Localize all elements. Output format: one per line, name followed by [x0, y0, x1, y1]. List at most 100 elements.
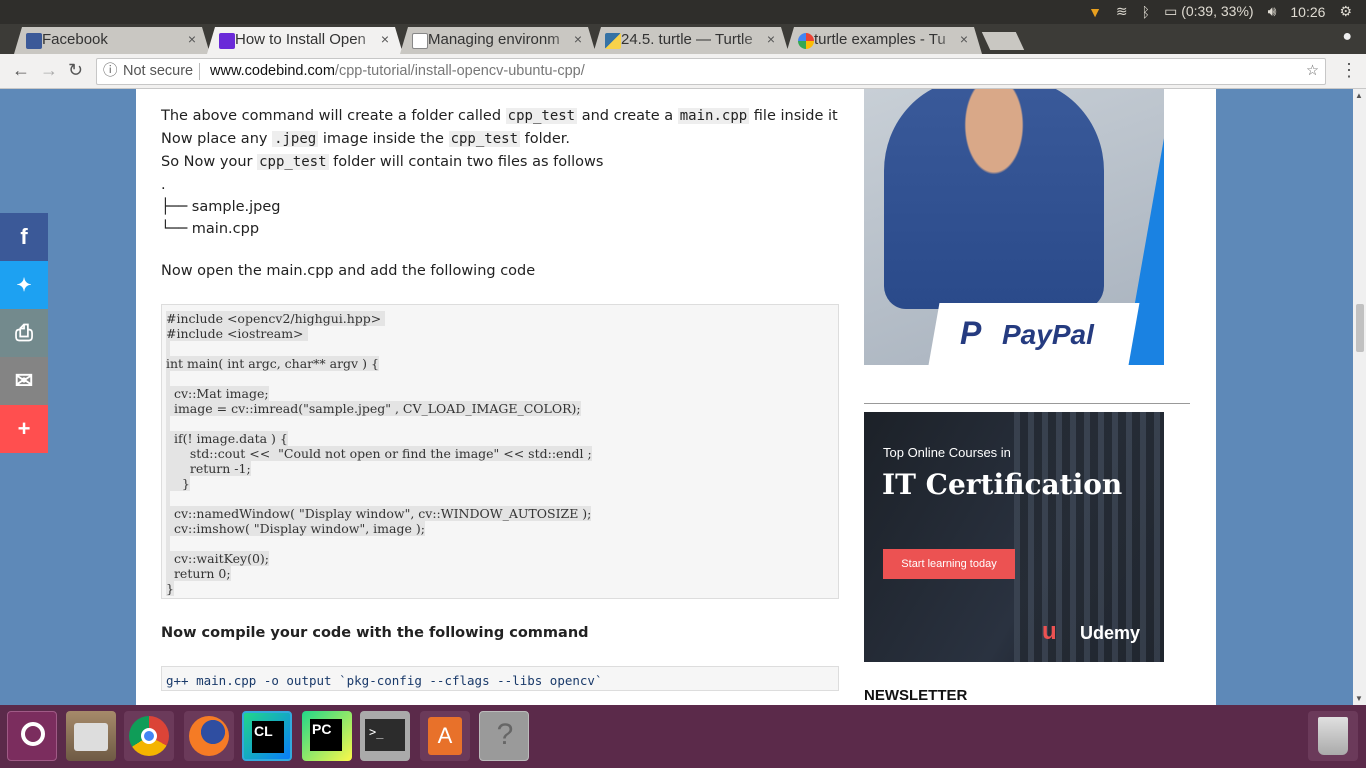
tab-facebook[interactable]: Facebook ×: [14, 27, 210, 54]
inline-code: main.cpp: [677, 108, 750, 124]
clion-icon[interactable]: CL: [242, 711, 292, 761]
bluetooth-icon[interactable]: ᛒ: [1142, 4, 1150, 20]
code-line: [162, 341, 838, 356]
pycharm-icon[interactable]: PC: [302, 711, 352, 761]
paragraph-place-image: Now place any .jpeg image inside the cpp…: [161, 131, 570, 147]
ad-small-text: Top Online Courses in: [883, 445, 1011, 460]
system-tray: ▼ ≋ ᛒ ▭ (0:39, 33%) 🔊︎ 10:26 ⚙: [1088, 3, 1352, 20]
email-share-button[interactable]: ✉: [0, 357, 48, 405]
bookmark-star-icon[interactable]: ☆: [1306, 59, 1319, 84]
new-tab-button[interactable]: [981, 32, 1025, 50]
code-line-text: return 0;: [166, 566, 231, 581]
code-line: cv::imshow( "Display window", image );: [162, 521, 838, 536]
power-icon[interactable]: ⚙: [1339, 3, 1352, 20]
tab-turtle-examples[interactable]: turtle examples - Tu ×: [786, 27, 982, 54]
paypal-ad[interactable]: P PayPal: [864, 89, 1164, 365]
browser-toolbar: ← → ↻ ⓘ Not secure www.codebind.com/cpp-…: [0, 54, 1366, 89]
vlc-icon[interactable]: ▼: [1088, 4, 1102, 20]
python-favicon-icon: [605, 33, 621, 49]
reload-button[interactable]: ↻: [68, 60, 83, 81]
tab-title: 24.5. turtle — Turtle: [621, 31, 753, 48]
code-line-text: [166, 491, 170, 506]
battery-indicator[interactable]: ▭ (0:39, 33%): [1164, 3, 1254, 20]
help-icon[interactable]: ?: [479, 711, 529, 761]
files-icon[interactable]: [66, 711, 116, 761]
wifi-icon[interactable]: ≋: [1116, 3, 1128, 20]
udemy-brand: Udemy: [1080, 623, 1141, 643]
code-line-text: if(! image.data ) {: [166, 431, 288, 446]
ad-headline: IT Certification: [882, 468, 1123, 501]
code-line-text: cv::Mat image;: [166, 386, 269, 401]
twitter-share-button[interactable]: ✦: [0, 261, 48, 309]
url-path: /cpp-tutorial/install-opencv-ubuntu-cpp/: [334, 63, 585, 79]
firefox-icon[interactable]: [184, 711, 234, 761]
plus-icon: +: [17, 416, 31, 441]
profile-icon[interactable]: ●: [1342, 28, 1352, 46]
tab-title: How to Install Open: [235, 31, 366, 48]
code-line-text: }: [166, 581, 174, 596]
code-line-text: [166, 371, 170, 386]
udemy-ad[interactable]: Top Online Courses in IT Certification S…: [864, 412, 1164, 662]
forward-button[interactable]: →: [40, 60, 58, 81]
url-text: www.codebind.com/cpp-tutorial/install-op…: [210, 59, 585, 84]
trash-icon[interactable]: [1308, 711, 1358, 761]
close-tab-icon[interactable]: ×: [767, 27, 775, 52]
tab-opencv[interactable]: How to Install Open ×: [207, 27, 403, 54]
tab-turtle-docs[interactable]: 24.5. turtle — Turtle ×: [593, 27, 789, 54]
udemy-logo-icon: u: [1042, 618, 1057, 645]
code-line-text: image = cv::imread("sample.jpeg" , CV_LO…: [166, 401, 581, 416]
code-line-text: std::cout << "Could not open or find the…: [166, 446, 592, 461]
unity-launcher: CL PC >_ A ?: [0, 705, 1366, 768]
system-top-bar: ▼ ≋ ᛒ ▭ (0:39, 33%) 🔊︎ 10:26 ⚙: [0, 0, 1366, 24]
page-scrollbar[interactable]: ▲ ▼: [1353, 89, 1366, 705]
tab-title: turtle examples - Tu: [814, 31, 946, 48]
code-line: #include <iostream>: [162, 326, 838, 341]
code-line-text: #include <opencv2/highgui.hpp>: [166, 311, 386, 326]
clock[interactable]: 10:26: [1290, 4, 1325, 20]
code-line: [162, 536, 838, 551]
codebind-favicon-icon: [219, 33, 235, 49]
more-share-button[interactable]: +: [0, 405, 48, 453]
chrome-icon[interactable]: [124, 711, 174, 761]
address-separator: [199, 63, 200, 80]
start-learning-button[interactable]: Start learning today: [883, 549, 1015, 579]
close-tab-icon[interactable]: ×: [960, 27, 968, 52]
ubuntu-dash-icon[interactable]: [7, 711, 57, 761]
code-line: #include <opencv2/highgui.hpp>: [162, 311, 838, 326]
code-line: [162, 491, 838, 506]
facebook-icon: f: [20, 224, 28, 249]
inline-code: .jpeg: [272, 131, 319, 147]
paypal-logo-icon: P: [960, 315, 982, 351]
code-line-text: [166, 341, 170, 356]
scrollbar-thumb[interactable]: [1356, 304, 1364, 352]
compile-command-block[interactable]: g++ main.cpp -o output `pkg-config --cfl…: [161, 666, 839, 691]
terminal-icon[interactable]: >_: [360, 711, 410, 761]
info-icon[interactable]: ⓘ: [103, 59, 118, 84]
scroll-down-icon[interactable]: ▼: [1355, 694, 1363, 703]
code-line-text: cv::namedWindow( "Display window", cv::W…: [166, 506, 592, 521]
paragraph-folder: The above command will create a folder c…: [161, 108, 838, 124]
newsletter-heading: NEWSLETTER: [864, 687, 968, 704]
code-line: [162, 416, 838, 431]
print-share-button[interactable]: ⎙: [0, 309, 48, 357]
software-center-icon[interactable]: A: [420, 711, 470, 761]
menu-icon[interactable]: ⋮: [1340, 60, 1358, 81]
scroll-up-icon[interactable]: ▲: [1355, 91, 1363, 100]
close-tab-icon[interactable]: ×: [574, 27, 582, 52]
content-container: The above command will create a folder c…: [136, 89, 1216, 705]
email-icon: ✉: [14, 368, 34, 393]
paypal-brand: PayPal: [1002, 319, 1094, 350]
facebook-share-button[interactable]: f: [0, 213, 48, 261]
address-bar[interactable]: ⓘ Not secure www.codebind.com/cpp-tutori…: [96, 58, 1326, 85]
code-block[interactable]: #include <opencv2/highgui.hpp> #include …: [161, 304, 839, 599]
close-tab-icon[interactable]: ×: [381, 27, 389, 52]
code-line: std::cout << "Could not open or find the…: [162, 446, 838, 461]
volume-icon[interactable]: 🔊︎: [1268, 3, 1277, 20]
code-line: [162, 371, 838, 386]
tab-managing-environments[interactable]: Managing environm ×: [400, 27, 596, 54]
close-tab-icon[interactable]: ×: [188, 27, 196, 52]
tab-strip: Facebook × How to Install Open × Managin…: [0, 24, 1366, 54]
code-line-text: }: [166, 476, 190, 491]
back-button[interactable]: ←: [12, 60, 30, 81]
tree-item: ├── sample.jpeg: [161, 199, 281, 215]
